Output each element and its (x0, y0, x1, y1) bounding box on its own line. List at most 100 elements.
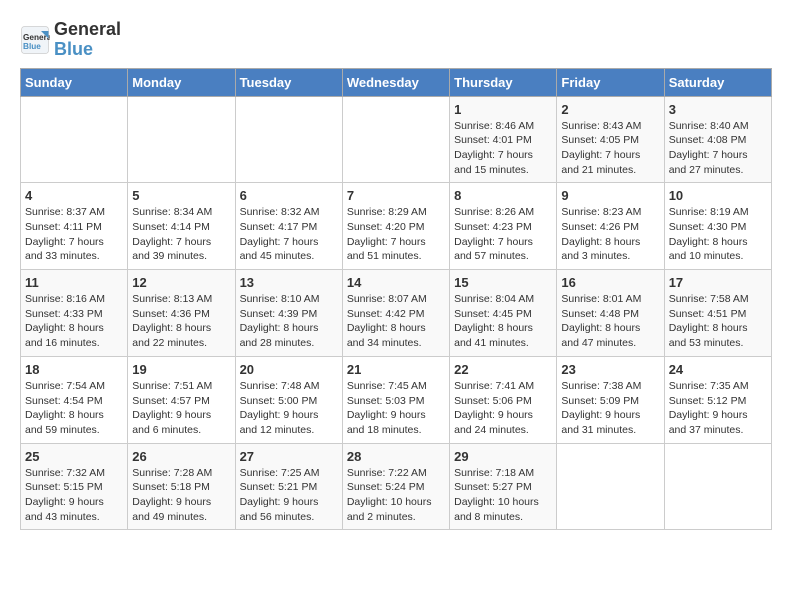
day-cell: 11 Sunrise: 8:16 AMSunset: 4:33 PMDaylig… (21, 270, 128, 357)
day-number: 28 (347, 449, 445, 464)
logo-text: GeneralBlue (54, 20, 121, 60)
day-number: 23 (561, 362, 659, 377)
day-number: 24 (669, 362, 767, 377)
day-number: 8 (454, 188, 552, 203)
day-info: Sunrise: 8:16 AMSunset: 4:33 PMDaylight:… (25, 292, 123, 351)
header: General Blue GeneralBlue (20, 16, 772, 60)
day-info: Sunrise: 7:45 AMSunset: 5:03 PMDaylight:… (347, 379, 445, 438)
header-cell-monday: Monday (128, 68, 235, 96)
day-cell: 10 Sunrise: 8:19 AMSunset: 4:30 PMDaylig… (664, 183, 771, 270)
day-info: Sunrise: 7:18 AMSunset: 5:27 PMDaylight:… (454, 466, 552, 525)
day-number: 29 (454, 449, 552, 464)
day-info: Sunrise: 8:34 AMSunset: 4:14 PMDaylight:… (132, 205, 230, 264)
day-cell: 16 Sunrise: 8:01 AMSunset: 4:48 PMDaylig… (557, 270, 664, 357)
week-row-3: 11 Sunrise: 8:16 AMSunset: 4:33 PMDaylig… (21, 270, 772, 357)
day-cell (342, 96, 449, 183)
day-cell: 28 Sunrise: 7:22 AMSunset: 5:24 PMDaylig… (342, 443, 449, 530)
day-number: 10 (669, 188, 767, 203)
day-info: Sunrise: 8:32 AMSunset: 4:17 PMDaylight:… (240, 205, 338, 264)
day-info: Sunrise: 7:38 AMSunset: 5:09 PMDaylight:… (561, 379, 659, 438)
header-cell-sunday: Sunday (21, 68, 128, 96)
day-info: Sunrise: 8:04 AMSunset: 4:45 PMDaylight:… (454, 292, 552, 351)
day-number: 14 (347, 275, 445, 290)
day-cell (128, 96, 235, 183)
day-info: Sunrise: 8:29 AMSunset: 4:20 PMDaylight:… (347, 205, 445, 264)
header-row: SundayMondayTuesdayWednesdayThursdayFrid… (21, 68, 772, 96)
day-cell: 19 Sunrise: 7:51 AMSunset: 4:57 PMDaylig… (128, 356, 235, 443)
day-cell: 12 Sunrise: 8:13 AMSunset: 4:36 PMDaylig… (128, 270, 235, 357)
day-info: Sunrise: 8:19 AMSunset: 4:30 PMDaylight:… (669, 205, 767, 264)
day-info: Sunrise: 8:23 AMSunset: 4:26 PMDaylight:… (561, 205, 659, 264)
day-cell (557, 443, 664, 530)
day-cell: 22 Sunrise: 7:41 AMSunset: 5:06 PMDaylig… (450, 356, 557, 443)
day-cell: 13 Sunrise: 8:10 AMSunset: 4:39 PMDaylig… (235, 270, 342, 357)
day-info: Sunrise: 8:37 AMSunset: 4:11 PMDaylight:… (25, 205, 123, 264)
calendar-header: SundayMondayTuesdayWednesdayThursdayFrid… (21, 68, 772, 96)
day-number: 1 (454, 102, 552, 117)
day-number: 22 (454, 362, 552, 377)
day-number: 15 (454, 275, 552, 290)
day-cell: 2 Sunrise: 8:43 AMSunset: 4:05 PMDayligh… (557, 96, 664, 183)
header-cell-friday: Friday (557, 68, 664, 96)
day-cell: 27 Sunrise: 7:25 AMSunset: 5:21 PMDaylig… (235, 443, 342, 530)
day-number: 16 (561, 275, 659, 290)
day-cell: 14 Sunrise: 8:07 AMSunset: 4:42 PMDaylig… (342, 270, 449, 357)
day-info: Sunrise: 8:01 AMSunset: 4:48 PMDaylight:… (561, 292, 659, 351)
day-info: Sunrise: 8:46 AMSunset: 4:01 PMDaylight:… (454, 119, 552, 178)
day-info: Sunrise: 7:22 AMSunset: 5:24 PMDaylight:… (347, 466, 445, 525)
day-number: 17 (669, 275, 767, 290)
day-cell: 7 Sunrise: 8:29 AMSunset: 4:20 PMDayligh… (342, 183, 449, 270)
day-cell (664, 443, 771, 530)
day-info: Sunrise: 7:54 AMSunset: 4:54 PMDaylight:… (25, 379, 123, 438)
day-info: Sunrise: 7:32 AMSunset: 5:15 PMDaylight:… (25, 466, 123, 525)
week-row-5: 25 Sunrise: 7:32 AMSunset: 5:15 PMDaylig… (21, 443, 772, 530)
svg-text:Blue: Blue (23, 42, 41, 51)
calendar-body: 1 Sunrise: 8:46 AMSunset: 4:01 PMDayligh… (21, 96, 772, 530)
day-info: Sunrise: 8:26 AMSunset: 4:23 PMDaylight:… (454, 205, 552, 264)
logo: General Blue GeneralBlue (20, 20, 121, 60)
header-cell-thursday: Thursday (450, 68, 557, 96)
day-info: Sunrise: 7:41 AMSunset: 5:06 PMDaylight:… (454, 379, 552, 438)
day-number: 19 (132, 362, 230, 377)
day-cell: 8 Sunrise: 8:26 AMSunset: 4:23 PMDayligh… (450, 183, 557, 270)
day-info: Sunrise: 7:25 AMSunset: 5:21 PMDaylight:… (240, 466, 338, 525)
day-info: Sunrise: 8:43 AMSunset: 4:05 PMDaylight:… (561, 119, 659, 178)
calendar-table: SundayMondayTuesdayWednesdayThursdayFrid… (20, 68, 772, 531)
day-cell: 4 Sunrise: 8:37 AMSunset: 4:11 PMDayligh… (21, 183, 128, 270)
day-number: 2 (561, 102, 659, 117)
day-number: 25 (25, 449, 123, 464)
day-cell: 6 Sunrise: 8:32 AMSunset: 4:17 PMDayligh… (235, 183, 342, 270)
day-cell (21, 96, 128, 183)
day-info: Sunrise: 7:48 AMSunset: 5:00 PMDaylight:… (240, 379, 338, 438)
day-info: Sunrise: 7:58 AMSunset: 4:51 PMDaylight:… (669, 292, 767, 351)
day-cell: 23 Sunrise: 7:38 AMSunset: 5:09 PMDaylig… (557, 356, 664, 443)
day-cell: 25 Sunrise: 7:32 AMSunset: 5:15 PMDaylig… (21, 443, 128, 530)
day-info: Sunrise: 7:35 AMSunset: 5:12 PMDaylight:… (669, 379, 767, 438)
day-cell: 24 Sunrise: 7:35 AMSunset: 5:12 PMDaylig… (664, 356, 771, 443)
day-cell: 15 Sunrise: 8:04 AMSunset: 4:45 PMDaylig… (450, 270, 557, 357)
day-number: 12 (132, 275, 230, 290)
day-cell: 9 Sunrise: 8:23 AMSunset: 4:26 PMDayligh… (557, 183, 664, 270)
day-number: 21 (347, 362, 445, 377)
day-cell: 17 Sunrise: 7:58 AMSunset: 4:51 PMDaylig… (664, 270, 771, 357)
day-info: Sunrise: 8:10 AMSunset: 4:39 PMDaylight:… (240, 292, 338, 351)
header-cell-saturday: Saturday (664, 68, 771, 96)
day-number: 7 (347, 188, 445, 203)
day-cell: 21 Sunrise: 7:45 AMSunset: 5:03 PMDaylig… (342, 356, 449, 443)
day-cell: 3 Sunrise: 8:40 AMSunset: 4:08 PMDayligh… (664, 96, 771, 183)
week-row-1: 1 Sunrise: 8:46 AMSunset: 4:01 PMDayligh… (21, 96, 772, 183)
day-number: 6 (240, 188, 338, 203)
day-cell: 29 Sunrise: 7:18 AMSunset: 5:27 PMDaylig… (450, 443, 557, 530)
day-number: 9 (561, 188, 659, 203)
day-cell: 1 Sunrise: 8:46 AMSunset: 4:01 PMDayligh… (450, 96, 557, 183)
day-info: Sunrise: 8:07 AMSunset: 4:42 PMDaylight:… (347, 292, 445, 351)
day-cell: 20 Sunrise: 7:48 AMSunset: 5:00 PMDaylig… (235, 356, 342, 443)
logo-icon: General Blue (20, 25, 50, 55)
day-info: Sunrise: 8:13 AMSunset: 4:36 PMDaylight:… (132, 292, 230, 351)
day-number: 13 (240, 275, 338, 290)
day-cell (235, 96, 342, 183)
day-number: 20 (240, 362, 338, 377)
day-number: 3 (669, 102, 767, 117)
week-row-4: 18 Sunrise: 7:54 AMSunset: 4:54 PMDaylig… (21, 356, 772, 443)
day-number: 27 (240, 449, 338, 464)
